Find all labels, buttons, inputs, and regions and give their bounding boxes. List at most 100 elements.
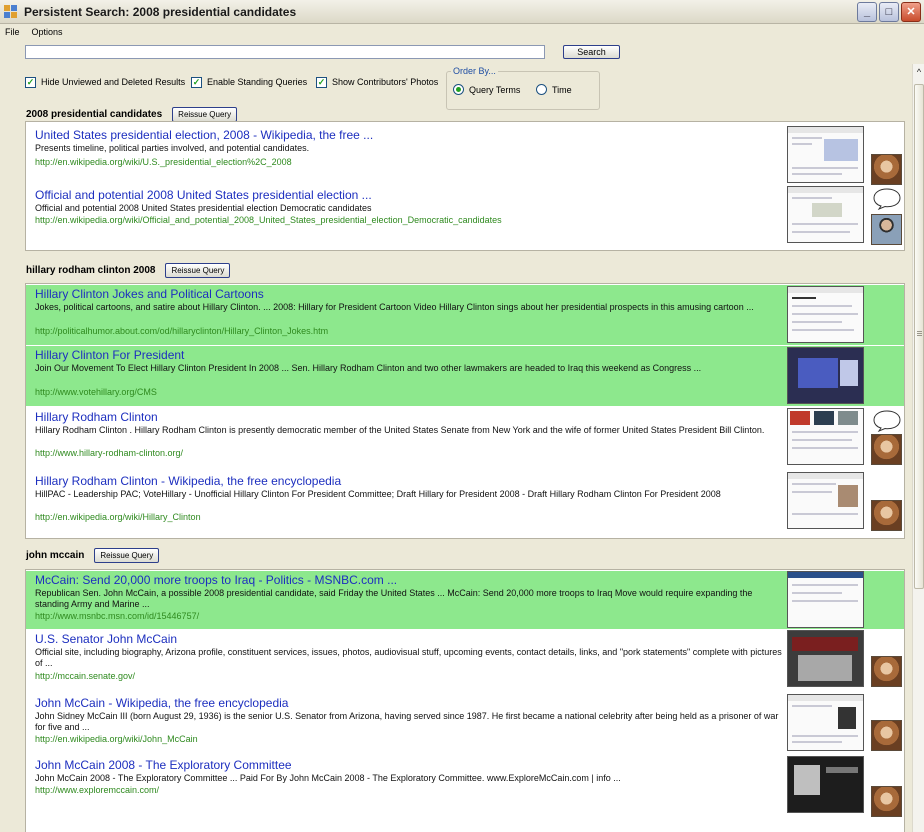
results-group: Hillary Clinton Jokes and Political Cart… [25,283,905,539]
page-thumbnail[interactable] [787,571,864,628]
result-title-link[interactable]: Official and potential 2008 United State… [35,188,372,202]
hide-unviewed-option[interactable]: ✓ Hide Unviewed and Deleted Results [25,76,185,88]
maximize-button[interactable]: □ [879,2,899,22]
result-title-link[interactable]: Hillary Rodham Clinton [35,410,158,424]
result-snippet: John Sidney McCain III (born August 29, … [35,711,779,732]
page-thumbnail[interactable] [787,408,864,465]
page-thumbnail[interactable] [787,630,864,687]
menu-bar: File Options [0,24,924,40]
search-input[interactable] [25,45,545,59]
contributor-photo [871,656,902,687]
reissue-query-button[interactable]: Reissue Query [172,106,238,122]
result-title-link[interactable]: Hillary Rodham Clinton - Wikipedia, the … [35,474,341,488]
hide-unviewed-checkbox[interactable]: ✓ [25,76,36,88]
app-icon [4,4,18,19]
page-thumbnail[interactable] [787,186,864,243]
page-thumbnail[interactable] [787,756,864,813]
menu-file[interactable]: File [0,27,27,37]
search-button[interactable]: Search [563,45,620,59]
order-time-radio[interactable] [536,84,547,95]
result-item[interactable]: Hillary Rodham Clinton - Wikipedia, the … [26,472,904,536]
results-group: McCain: Send 20,000 more troops to Iraq … [25,569,905,832]
comment-bubble-icon[interactable] [873,188,901,210]
title-bar[interactable]: Persistent Search: 2008 presidential can… [0,0,924,24]
order-by-legend: Order By... [451,66,498,76]
result-item[interactable]: Official and potential 2008 United State… [26,186,904,250]
order-time-option[interactable]: Time [536,84,572,95]
result-title-link[interactable]: John McCain - Wikipedia, the free encycl… [35,696,288,710]
window-title: Persistent Search: 2008 presidential can… [24,4,297,19]
result-item[interactable]: United States presidential election, 200… [26,126,904,185]
result-snippet: Join Our Movement To Elect Hillary Clint… [35,363,702,373]
page-thumbnail[interactable] [787,286,864,343]
result-url[interactable]: http://www.votehillary.org/CMS [35,387,157,397]
results-scrollbar[interactable]: ^ [912,64,924,832]
contributor-photo [871,500,902,531]
scroll-up-arrow-icon[interactable]: ^ [914,66,924,78]
scrollbar-thumb[interactable] [914,84,924,589]
result-url[interactable]: http://en.wikipedia.org/wiki/Official_an… [35,215,502,225]
result-title-link[interactable]: McCain: Send 20,000 more troops to Iraq … [35,573,397,587]
menu-options[interactable]: Options [27,27,70,37]
result-item[interactable]: McCain: Send 20,000 more troops to Iraq … [26,571,904,629]
result-url[interactable]: http://en.wikipedia.org/wiki/U.S._presid… [35,157,292,167]
result-item[interactable]: Hillary Clinton Jokes and Political Cart… [26,285,904,345]
close-button[interactable]: ✕ [901,2,921,22]
grip-icon [917,331,922,337]
contributors-photos-checkbox[interactable]: ✓ [316,76,327,88]
page-thumbnail[interactable] [787,472,864,529]
standing-queries-option[interactable]: ✓ Enable Standing Queries [191,76,307,88]
reissue-query-button[interactable]: Reissue Query [165,262,231,278]
order-query-terms-option[interactable]: Query Terms [453,84,520,95]
result-item[interactable]: John McCain 2008 - The Exploratory Commi… [26,756,904,822]
result-snippet: Official site, including biography, Ariz… [35,647,782,668]
result-snippet: Republican Sen. John McCain, a possible … [35,588,753,609]
contributor-photo [871,214,902,245]
page-thumbnail[interactable] [787,126,864,183]
contributor-photo [871,434,902,465]
page-thumbnail[interactable] [787,347,864,404]
order-time-label: Time [552,84,572,95]
result-title-link[interactable]: Hillary Clinton For President [35,348,184,362]
standing-queries-checkbox[interactable]: ✓ [191,76,202,88]
result-title-link[interactable]: John McCain 2008 - The Exploratory Commi… [35,758,292,772]
result-url[interactable]: http://www.msnbc.msn.com/id/15446757/ [35,611,199,621]
result-snippet: Hillary Rodham Clinton . Hillary Rodham … [35,425,765,435]
result-url[interactable]: http://mccain.senate.gov/ [35,671,135,681]
comment-bubble-icon[interactable] [873,410,901,432]
result-snippet: Jokes, political cartoons, and satire ab… [35,302,754,312]
query-group-header: john mccain Reissue Query [26,546,160,564]
result-url[interactable]: http://www.exploremccain.com/ [35,785,159,795]
minimize-button[interactable]: _ [857,2,877,22]
result-snippet: HillPAC - Leadership PAC; VoteHillary - … [35,489,721,499]
result-snippet: Presents timeline, political parties inv… [35,143,310,153]
query-group-header: hillary rodham clinton 2008 Reissue Quer… [26,261,231,279]
query-title: hillary rodham clinton 2008 [26,264,156,276]
results-group: United States presidential election, 200… [25,121,905,251]
order-query-terms-label: Query Terms [469,84,521,95]
result-url[interactable]: http://en.wikipedia.org/wiki/John_McCain [35,734,198,744]
result-item[interactable]: Hillary Rodham Clinton Hillary Rodham Cl… [26,408,904,470]
result-snippet: Official and potential 2008 United State… [35,203,372,213]
contributors-photos-label: Show Contributors' Photos [332,77,439,87]
result-snippet: John McCain 2008 - The Exploratory Commi… [35,773,621,783]
result-title-link[interactable]: Hillary Clinton Jokes and Political Cart… [35,287,264,301]
reissue-query-button[interactable]: Reissue Query [94,547,160,563]
result-url[interactable]: http://en.wikipedia.org/wiki/Hillary_Cli… [35,512,201,522]
results-pane[interactable]: 2008 presidential candidates Reissue Que… [0,95,912,832]
contributor-photo [871,786,902,817]
result-item[interactable]: U.S. Senator John McCain Official site, … [26,630,904,692]
result-item[interactable]: Hillary Clinton For President Join Our M… [26,346,904,406]
order-query-terms-radio[interactable] [453,84,464,95]
result-item[interactable]: John McCain - Wikipedia, the free encycl… [26,694,904,754]
result-title-link[interactable]: U.S. Senator John McCain [35,632,177,646]
query-title: john mccain [26,549,85,561]
hide-unviewed-label: Hide Unviewed and Deleted Results [41,77,186,87]
result-title-link[interactable]: United States presidential election, 200… [35,128,373,142]
contributors-photos-option[interactable]: ✓ Show Contributors' Photos [316,76,438,88]
contributor-photo [871,154,902,185]
query-title: 2008 presidential candidates [26,108,163,120]
result-url[interactable]: http://www.hillary-rodham-clinton.org/ [35,448,183,458]
result-url[interactable]: http://politicalhumor.about.com/od/hilla… [35,326,328,336]
page-thumbnail[interactable] [787,694,864,751]
